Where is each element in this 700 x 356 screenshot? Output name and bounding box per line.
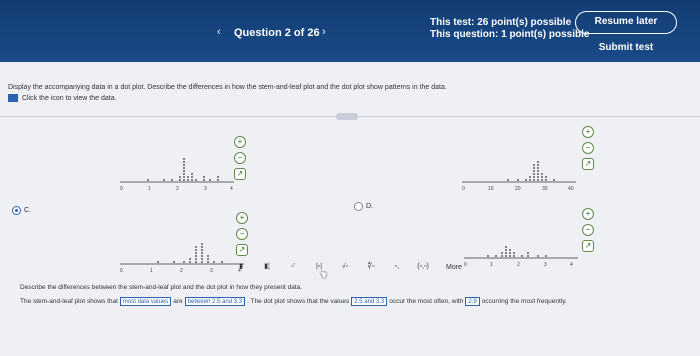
- plot-b-tools: + − ↗: [582, 126, 596, 174]
- dot-plot-c: 0 1 2 3 4: [118, 234, 248, 274]
- tick-label: 10: [488, 186, 494, 192]
- palette-button[interactable]: ▫': [284, 260, 302, 274]
- tick-label: 0: [120, 186, 123, 192]
- tick-label: 0: [462, 186, 465, 192]
- data-link[interactable]: Click the icon to view the data.: [8, 94, 117, 102]
- palette-button[interactable]: √▫: [336, 260, 354, 274]
- table-icon[interactable]: [8, 94, 18, 102]
- plot-c-tools: + − ↗: [236, 212, 250, 260]
- dot-plot-a-graphic: 0 1 2 3 4: [120, 158, 234, 192]
- tick-label: 2: [517, 262, 520, 268]
- answer-input-3[interactable]: 2.5 and 3.3: [351, 297, 388, 306]
- plot-a-tools: + − ↗: [234, 136, 248, 184]
- tick-label: 1: [490, 262, 493, 268]
- next-question-icon[interactable]: ›: [322, 26, 326, 38]
- answer-text: The stem-and-leaf plot shows that: [20, 298, 118, 305]
- tick-label: 3: [210, 268, 213, 274]
- data-link-label: Click the icon to view the data.: [22, 94, 117, 102]
- palette-button[interactable]: ▫,: [388, 260, 406, 274]
- tick-label: 0: [464, 262, 467, 268]
- palette-button[interactable]: ▮: [232, 260, 250, 274]
- resize-handle[interactable]: [336, 113, 358, 120]
- tick-label: 1: [150, 268, 153, 274]
- answer-input-4[interactable]: 2.9: [465, 297, 480, 306]
- option-d-radio[interactable]: [354, 202, 363, 211]
- math-palette: ▮ ▮¦ ▫' |▫| √▫ ∜▫ ▫, (▫,▫) More: [232, 260, 462, 274]
- palette-more-button[interactable]: More: [446, 264, 462, 271]
- question-area: Display the accompanying data in a dot p…: [0, 62, 700, 356]
- option-d-label: D.: [366, 203, 373, 210]
- top-bar: ‹ Question 2 of 26 › This test: 26 point…: [0, 0, 700, 62]
- tick-label: 4: [570, 262, 573, 268]
- tick-label: 0: [120, 268, 123, 274]
- dot-plot-d: 0 1 2 3 4: [462, 228, 582, 268]
- answer-text: are: [173, 298, 183, 305]
- palette-button[interactable]: |▫|: [310, 260, 328, 274]
- answer-sentence: The stem-and-leaf plot shows that most d…: [20, 297, 567, 306]
- palette-button[interactable]: ▮¦: [258, 260, 276, 274]
- answer-text: occurring the most frequently.: [481, 298, 567, 305]
- dot-plot-c-graphic: 0 1 2 3 4: [120, 243, 244, 274]
- answer-dropdown-1[interactable]: most data values: [119, 297, 172, 306]
- external-link-icon[interactable]: ↗: [234, 168, 246, 180]
- zoom-in-icon[interactable]: +: [582, 208, 594, 220]
- tick-label: 40: [568, 186, 574, 192]
- tick-label: 2: [176, 186, 179, 192]
- zoom-in-icon[interactable]: +: [234, 136, 246, 148]
- describe-prompt: Describe the differences between the ste…: [20, 284, 303, 291]
- zoom-in-icon[interactable]: +: [582, 126, 594, 138]
- points-info: This test: 26 point(s) possible This que…: [430, 17, 589, 41]
- tick-label: 3: [204, 186, 207, 192]
- tick-label: 30: [542, 186, 548, 192]
- palette-button[interactable]: ∜▫: [362, 260, 380, 274]
- test-points: This test: 26 point(s) possible: [430, 17, 572, 28]
- option-c-label: C.: [24, 207, 31, 214]
- zoom-out-icon[interactable]: −: [582, 142, 594, 154]
- option-c-radio[interactable]: [12, 206, 21, 215]
- zoom-out-icon[interactable]: −: [234, 152, 246, 164]
- tick-label: 1: [148, 186, 151, 192]
- palette-button[interactable]: (▫,▫): [414, 260, 432, 274]
- external-link-icon[interactable]: ↗: [582, 158, 594, 170]
- dot-plot-d-graphic: 0 1 2 3 4: [464, 246, 578, 268]
- question-points: This question: 1 point(s) possible: [430, 29, 590, 40]
- question-counter: Question 2 of 26: [234, 27, 320, 39]
- external-link-icon[interactable]: ↗: [582, 240, 594, 252]
- tick-label: 3: [544, 262, 547, 268]
- prev-question-icon[interactable]: ‹: [217, 26, 221, 38]
- external-link-icon[interactable]: ↗: [236, 244, 248, 256]
- tick-label: 2: [180, 268, 183, 274]
- zoom-in-icon[interactable]: +: [236, 212, 248, 224]
- answer-dropdown-2[interactable]: between 2.5 and 3.3: [184, 297, 246, 306]
- question-prompt: Display the accompanying data in a dot p…: [8, 84, 447, 91]
- tick-label: 20: [515, 186, 521, 192]
- dot-plot-b-graphic: 0 10 20 30 40: [462, 161, 576, 192]
- dot-plot-b: 0 10 20 30 40: [460, 152, 580, 192]
- answer-text: occur the most often, with: [389, 298, 464, 305]
- dot-plot-a: 0 1 2 3 4: [118, 152, 238, 192]
- resume-later-button[interactable]: Resume later: [575, 11, 677, 34]
- submit-test-button[interactable]: Submit test: [583, 40, 669, 56]
- zoom-out-icon[interactable]: −: [582, 224, 594, 236]
- plot-d-tools: + − ↗: [582, 208, 596, 256]
- tick-label: 4: [230, 186, 233, 192]
- zoom-out-icon[interactable]: −: [236, 228, 248, 240]
- answer-text: . The dot plot shows that the values: [247, 298, 350, 305]
